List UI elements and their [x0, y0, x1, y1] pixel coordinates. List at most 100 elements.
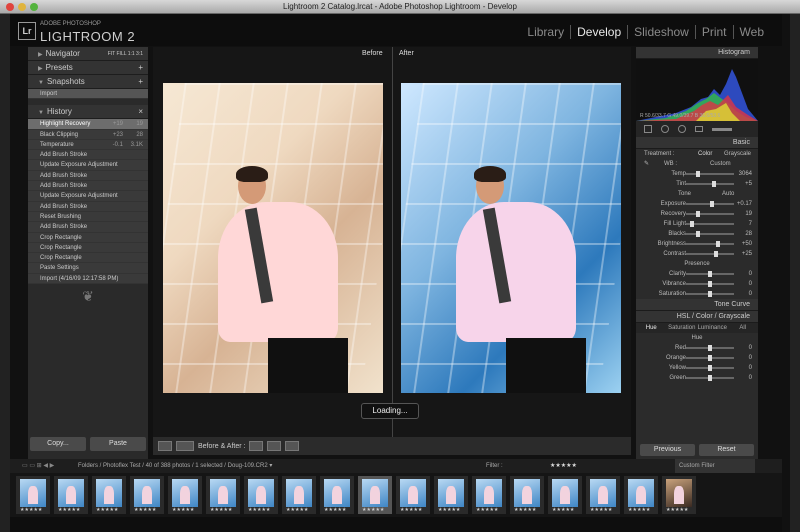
module-library[interactable]: Library [521, 25, 570, 39]
tab-hue[interactable]: Hue [636, 323, 667, 333]
module-print[interactable]: Print [694, 25, 733, 39]
after-photo[interactable] [401, 83, 621, 393]
history-item[interactable]: Black Clipping +23 28 [28, 130, 148, 140]
slider-knob[interactable] [690, 221, 694, 227]
presets-header[interactable]: ▶ Presets + [28, 61, 148, 75]
tab-luminance[interactable]: Luminance [697, 323, 728, 333]
clear-history-icon[interactable]: × [138, 105, 143, 119]
slider-track[interactable] [686, 375, 734, 381]
hsl-header[interactable]: HSL / Color / Grayscale [636, 311, 758, 323]
close-button[interactable] [6, 3, 14, 11]
slider-knob[interactable] [708, 281, 712, 287]
minimize-button[interactable] [18, 3, 26, 11]
before-after-view-icon[interactable] [176, 441, 194, 451]
history-item[interactable]: Reset Brushing [28, 212, 148, 223]
history-item[interactable]: Add Brush Stroke [28, 181, 148, 192]
slider-knob[interactable] [696, 171, 700, 177]
history-item[interactable]: Add Brush Stroke [28, 171, 148, 182]
navigator-zoom-options[interactable]: FIT FILL 1:1 3:1 [108, 47, 143, 61]
slider-track[interactable] [686, 281, 734, 287]
slider-track[interactable] [686, 201, 734, 207]
filmstrip-thumbnail[interactable]: ★★★★★ [396, 476, 430, 514]
slider-track[interactable] [686, 365, 734, 371]
history-item[interactable]: Import (4/16/09 12:17:58 PM) [28, 274, 148, 285]
slider-track[interactable] [686, 241, 734, 247]
filmstrip-thumbnail[interactable]: ★★★★★ [16, 476, 50, 514]
history-item[interactable]: Temperature -0.1 3.1K [28, 140, 148, 151]
histogram-header[interactable]: Histogram [636, 47, 758, 59]
history-item[interactable]: Update Exposure Adjustment [28, 160, 148, 171]
filmstrip-thumbnail[interactable]: ★★★★★ [130, 476, 164, 514]
filmstrip-thumbnail[interactable]: ★★★★★ [510, 476, 544, 514]
custom-filter-select[interactable]: Custom Filter [675, 459, 755, 473]
history-item[interactable]: Crop Rectangle [28, 253, 148, 264]
module-web[interactable]: Web [732, 25, 770, 39]
filmstrip-thumbnail[interactable]: ★★★★★ [472, 476, 506, 514]
history-item[interactable]: Add Brush Stroke [28, 202, 148, 212]
tab-all[interactable]: All [728, 323, 759, 333]
history-item[interactable]: Add Brush Stroke [28, 150, 148, 161]
add-preset-icon[interactable]: + [138, 61, 143, 75]
module-slideshow[interactable]: Slideshow [627, 25, 695, 39]
slider-knob[interactable] [716, 241, 720, 247]
slider-knob[interactable] [708, 355, 712, 361]
basic-header[interactable]: Basic [636, 137, 758, 149]
previous-button[interactable]: Previous [640, 444, 695, 456]
history-item[interactable]: Highlight Recovery +19 19 [28, 119, 148, 130]
slider-knob[interactable] [708, 271, 712, 277]
slider-track[interactable] [686, 291, 734, 297]
slider-track[interactable] [686, 221, 734, 227]
slider-track[interactable] [686, 171, 734, 177]
slider-knob[interactable] [708, 365, 712, 371]
slider-track[interactable] [686, 271, 734, 277]
snapshots-header[interactable]: ▼ Snapshots + [28, 75, 148, 89]
tab-saturation[interactable]: Saturation [667, 323, 698, 333]
slider-track[interactable] [686, 231, 734, 237]
filmstrip-thumbnail[interactable]: ★★★★★ [54, 476, 88, 514]
paste-button[interactable]: Paste [90, 437, 146, 451]
slider-knob[interactable] [708, 345, 712, 351]
filmstrip-thumbnail[interactable]: ★★★★★ [206, 476, 240, 514]
wb-eyedropper-icon[interactable]: ✎ [644, 161, 649, 167]
tone-auto-button[interactable]: Auto [722, 189, 734, 199]
history-item[interactable]: Add Brush Stroke [28, 222, 148, 233]
slider-knob[interactable] [696, 211, 700, 217]
history-header[interactable]: ▼ History × [28, 105, 148, 120]
copy-before-after-icon[interactable] [267, 441, 282, 451]
loupe-view-icon[interactable] [158, 441, 172, 451]
slider-track[interactable] [686, 355, 734, 361]
filmstrip-thumbnail[interactable]: ★★★★★ [244, 476, 278, 514]
slider-knob[interactable] [714, 251, 718, 257]
history-item[interactable]: Update Exposure Adjustment [28, 191, 148, 202]
history-item[interactable]: Crop Rectangle [28, 243, 148, 254]
zoom-button[interactable] [30, 3, 38, 11]
filmstrip-thumbnail[interactable]: ★★★★★ [548, 476, 582, 514]
crop-tool-icon[interactable] [644, 125, 652, 133]
slider-knob[interactable] [710, 201, 714, 207]
slider-knob[interactable] [696, 231, 700, 237]
navigator-header[interactable]: ▶ Navigator FIT FILL 1:1 3:1 [28, 47, 148, 61]
slider-knob[interactable] [708, 375, 712, 381]
history-item[interactable]: Crop Rectangle [28, 233, 148, 243]
filmstrip-thumbnail[interactable]: ★★★★★ [624, 476, 658, 514]
filmstrip-view-toggle-icon[interactable]: ▭ ▭ ⊞ ◀ ▶ [22, 459, 54, 473]
swap-before-after-icon[interactable] [249, 441, 264, 451]
filmstrip-thumbnail[interactable]: ★★★★★ [358, 476, 392, 514]
wb-select[interactable]: Custom [710, 159, 731, 169]
slider-knob[interactable] [712, 181, 716, 187]
module-develop[interactable]: Develop [570, 25, 627, 39]
snapshot-item[interactable]: Import [28, 89, 148, 100]
spot-removal-icon[interactable] [661, 125, 669, 133]
filmstrip-thumbnail[interactable]: ★★★★★ [282, 476, 316, 514]
red-eye-icon[interactable] [678, 125, 686, 133]
filmstrip-thumbnail[interactable]: ★★★★★ [662, 476, 696, 514]
filmstrip-scrollbar[interactable] [10, 517, 782, 532]
reset-button[interactable]: Reset [699, 444, 754, 456]
filmstrip-thumbnail[interactable]: ★★★★★ [586, 476, 620, 514]
slider-track[interactable] [686, 181, 734, 187]
filmstrip-thumbnail[interactable]: ★★★★★ [92, 476, 126, 514]
before-photo[interactable] [163, 83, 383, 393]
rating-filter-stars[interactable]: ★★★★★ [550, 459, 577, 473]
add-snapshot-icon[interactable]: + [138, 75, 143, 89]
filmstrip-thumbnail[interactable]: ★★★★★ [320, 476, 354, 514]
